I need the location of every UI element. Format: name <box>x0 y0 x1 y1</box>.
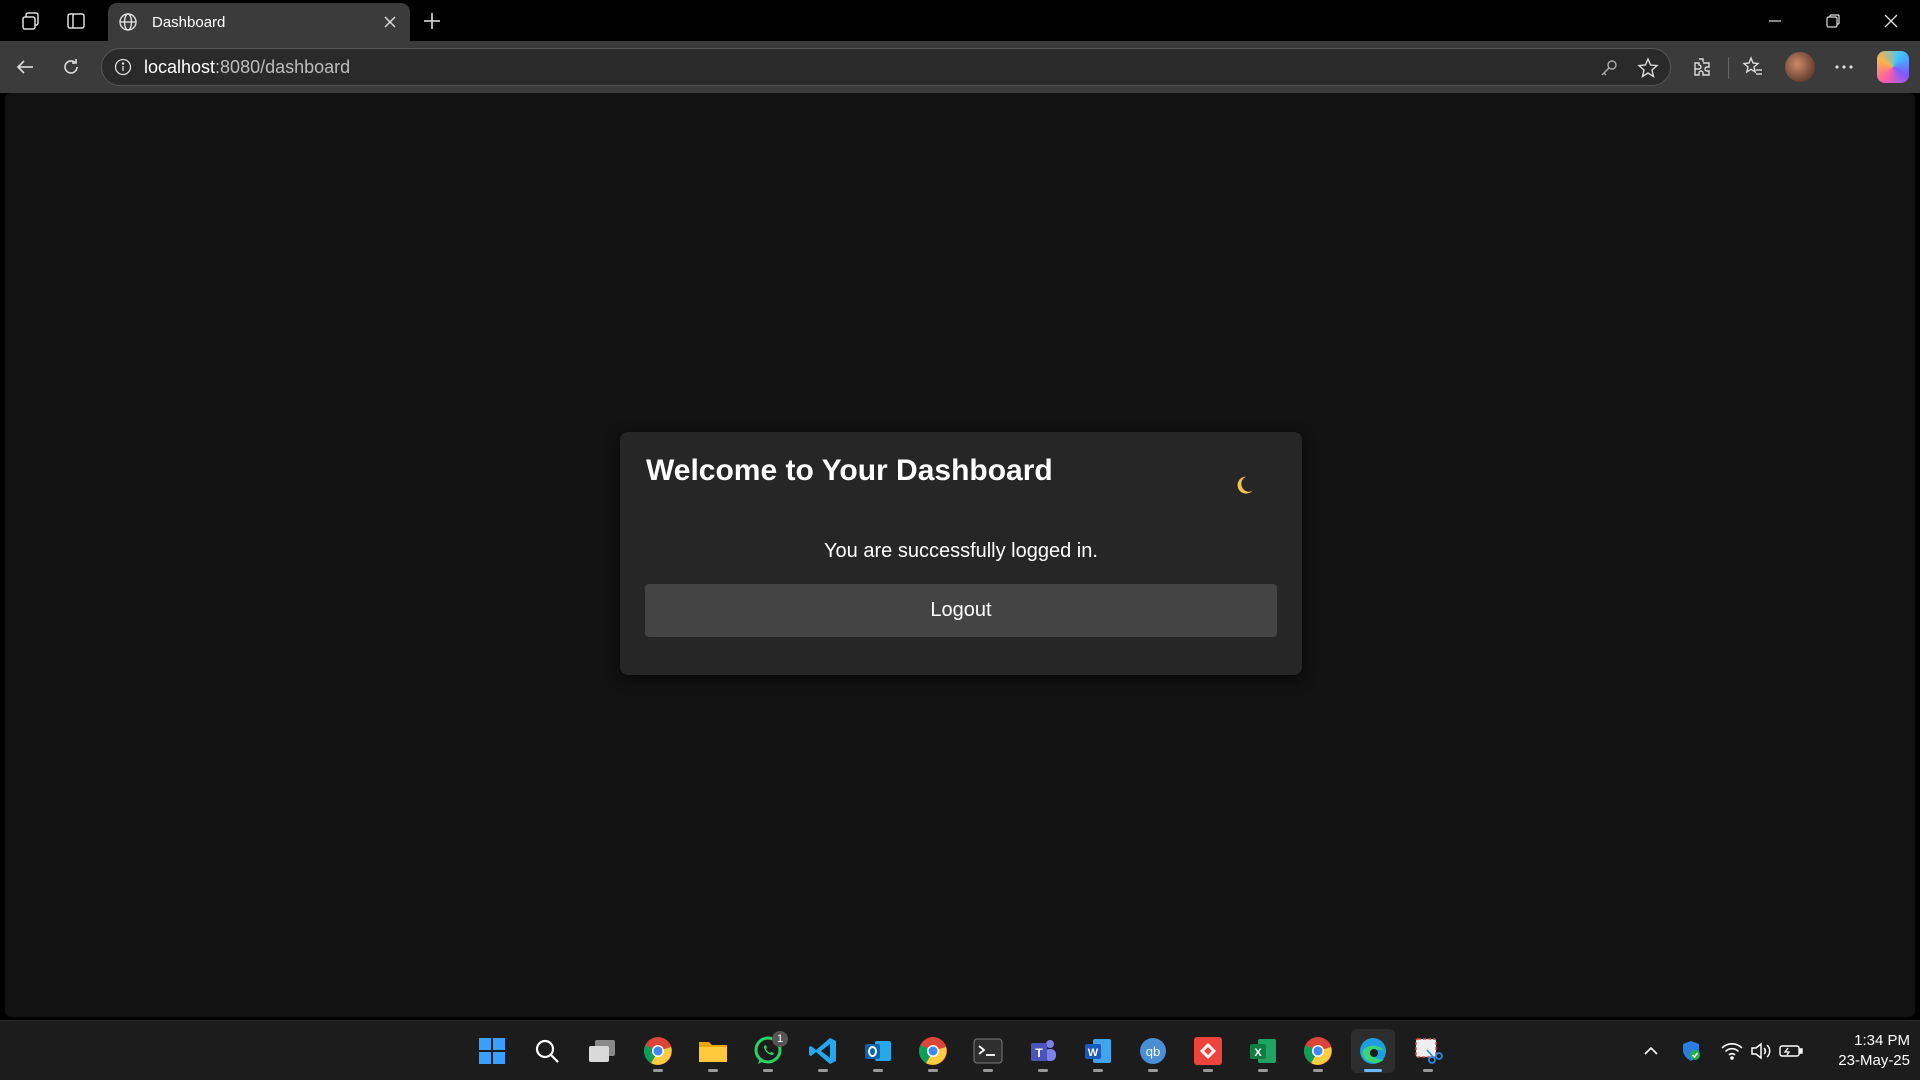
volume-icon[interactable] <box>1749 1039 1773 1063</box>
svg-text:T: T <box>1035 1046 1043 1060</box>
excel-icon[interactable]: X <box>1241 1029 1285 1073</box>
site-info-icon[interactable] <box>112 56 134 78</box>
profile-avatar[interactable] <box>1785 52 1815 82</box>
url-host: localhost <box>144 56 216 77</box>
url-path: :8080/dashboard <box>215 56 351 77</box>
favorite-star-icon[interactable] <box>1636 56 1660 80</box>
svg-text:X: X <box>1254 1047 1262 1059</box>
edge-icon[interactable] <box>1351 1029 1395 1073</box>
search-icon[interactable] <box>525 1029 569 1073</box>
new-tab-button[interactable] <box>418 7 446 35</box>
address-bar[interactable]: localhost:8080/dashboard <box>101 48 1671 86</box>
whatsapp-icon[interactable]: 1 <box>746 1029 790 1073</box>
dashboard-card: Welcome to Your Dashboard You are succes… <box>620 432 1302 675</box>
clock-time: 1:34 PM <box>1854 1032 1910 1049</box>
browser-toolbar: localhost:8080/dashboard <box>0 41 1920 93</box>
moon-icon[interactable] <box>1234 472 1258 496</box>
vscode-icon[interactable] <box>801 1029 845 1073</box>
logout-button[interactable]: Logout <box>645 584 1277 637</box>
tab-dashboard[interactable]: Dashboard <box>108 3 410 41</box>
clock-date: 23-May-25 <box>1838 1052 1910 1069</box>
word-icon[interactable]: W <box>1076 1029 1120 1073</box>
taskbar: 1 T W qb X 1:34 PM 23-May-25 <box>0 1020 1920 1080</box>
copilot-icon[interactable] <box>1877 51 1909 83</box>
url-text[interactable]: localhost:8080/dashboard <box>144 57 350 78</box>
minimize-button[interactable] <box>1746 0 1804 41</box>
refresh-button[interactable] <box>55 51 87 83</box>
battery-icon[interactable] <box>1779 1039 1803 1063</box>
outlook-icon[interactable] <box>856 1029 900 1073</box>
key-icon[interactable] <box>1597 56 1621 80</box>
chrome-icon[interactable] <box>1296 1029 1340 1073</box>
page-viewport: Welcome to Your Dashboard You are succes… <box>5 93 1915 1017</box>
notification-badge: 1 <box>772 1031 788 1047</box>
toolbar-separator <box>1728 57 1729 79</box>
title-bar: Dashboard <box>0 0 1920 41</box>
start-icon[interactable] <box>470 1029 514 1073</box>
favorites-icon[interactable] <box>1737 51 1769 83</box>
svg-text:W: W <box>1088 1047 1099 1059</box>
anydesk-icon[interactable] <box>1186 1029 1230 1073</box>
qbittorrent-icon[interactable]: qb <box>1131 1029 1175 1073</box>
file-explorer-icon[interactable] <box>691 1029 735 1073</box>
system-clock[interactable]: 1:34 PM 23-May-25 <box>1810 1031 1910 1071</box>
more-options-icon[interactable] <box>1828 51 1860 83</box>
globe-icon <box>116 10 140 34</box>
back-button[interactable] <box>9 51 41 83</box>
wifi-icon[interactable] <box>1720 1039 1744 1063</box>
teams-icon[interactable]: T <box>1021 1029 1065 1073</box>
restore-button[interactable] <box>1804 0 1862 41</box>
chrome-icon[interactable] <box>911 1029 955 1073</box>
chrome-icon[interactable] <box>636 1029 680 1073</box>
tab-title: Dashboard <box>152 13 226 31</box>
workspaces-icon[interactable] <box>18 8 44 34</box>
svg-text:qb: qb <box>1146 1044 1160 1059</box>
extensions-icon[interactable] <box>1686 51 1718 83</box>
vertical-tabs-icon[interactable] <box>63 8 89 34</box>
show-hidden-icons-icon[interactable] <box>1639 1039 1663 1063</box>
close-window-button[interactable] <box>1862 0 1920 41</box>
close-tab-icon[interactable] <box>376 8 404 36</box>
task-view-icon[interactable] <box>580 1029 624 1073</box>
login-status-message: You are successfully logged in. <box>824 540 1098 562</box>
security-shield-icon[interactable] <box>1679 1039 1703 1063</box>
page-title: Welcome to Your Dashboard <box>646 454 1053 487</box>
snipping-tool-icon[interactable] <box>1406 1029 1450 1073</box>
terminal-icon[interactable] <box>966 1029 1010 1073</box>
